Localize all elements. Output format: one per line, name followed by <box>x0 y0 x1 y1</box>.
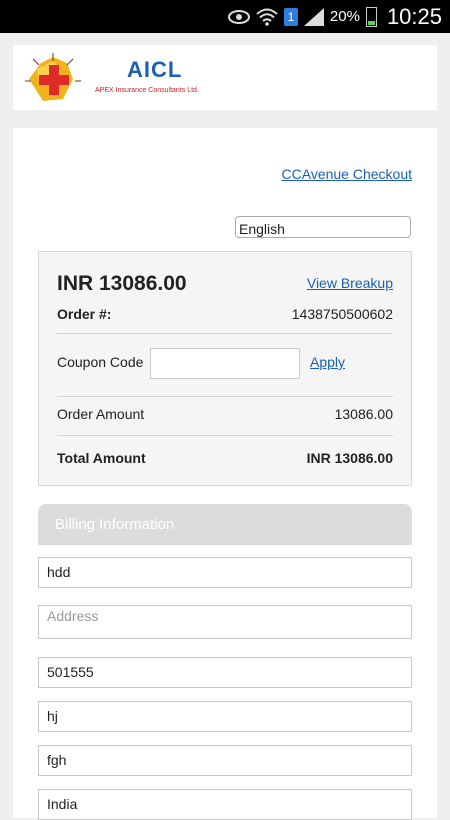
site-header: AICL APEX Insurance Consultants Ltd. <box>13 45 437 110</box>
billing-state-field[interactable]: fgh <box>38 745 412 776</box>
order-amount-label: Order Amount <box>57 406 145 422</box>
billing-country-field[interactable]: India <box>38 789 412 820</box>
divider <box>57 396 393 397</box>
eye-icon <box>227 9 250 24</box>
billing-information-header: Billing Information <box>38 504 412 545</box>
total-amount-label: Total Amount <box>57 450 146 466</box>
billing-zip-field[interactable]: 501555 <box>38 657 412 688</box>
total-amount-value: INR 13086.00 <box>306 450 393 466</box>
order-number-label: Order #: <box>57 306 112 322</box>
divider <box>57 435 393 436</box>
battery-percent: 20% <box>329 8 360 25</box>
view-breakup-link[interactable]: View Breakup <box>307 275 393 291</box>
battery-icon <box>365 6 377 27</box>
sim-card-icon: 1 <box>283 7 298 26</box>
order-summary: INR 13086.00 View Breakup Order #: 14387… <box>38 251 412 486</box>
ccavenue-checkout-link[interactable]: CCAvenue Checkout <box>282 166 412 182</box>
order-number-value: 1438750500602 <box>291 306 393 322</box>
order-amount-value: 13086.00 <box>334 406 393 422</box>
checkout-card: CCAvenue Checkout English INR 13086.00 V… <box>13 128 437 820</box>
billing-address-field[interactable]: Address <box>38 605 412 639</box>
company-logo <box>25 53 81 101</box>
status-bar: 1 20% 10:25 <box>0 0 450 33</box>
status-icons: 1 20% 10:25 <box>227 0 442 33</box>
brand-tagline: APEX Insurance Consultants Ltd. <box>95 87 199 94</box>
billing-name-field[interactable]: hdd <box>38 557 412 588</box>
divider <box>57 333 393 334</box>
billing-city-field[interactable]: hj <box>38 701 412 732</box>
order-amount-display: INR 13086.00 <box>57 272 187 295</box>
clock: 10:25 <box>386 3 442 29</box>
coupon-code-input[interactable] <box>150 348 300 379</box>
wifi-icon <box>256 8 278 26</box>
apply-coupon-link[interactable]: Apply <box>310 354 345 370</box>
coupon-code-label: Coupon Code <box>57 354 144 370</box>
brand-name: AICL <box>127 57 183 82</box>
signal-icon <box>303 7 324 26</box>
language-select[interactable]: English <box>235 216 411 238</box>
